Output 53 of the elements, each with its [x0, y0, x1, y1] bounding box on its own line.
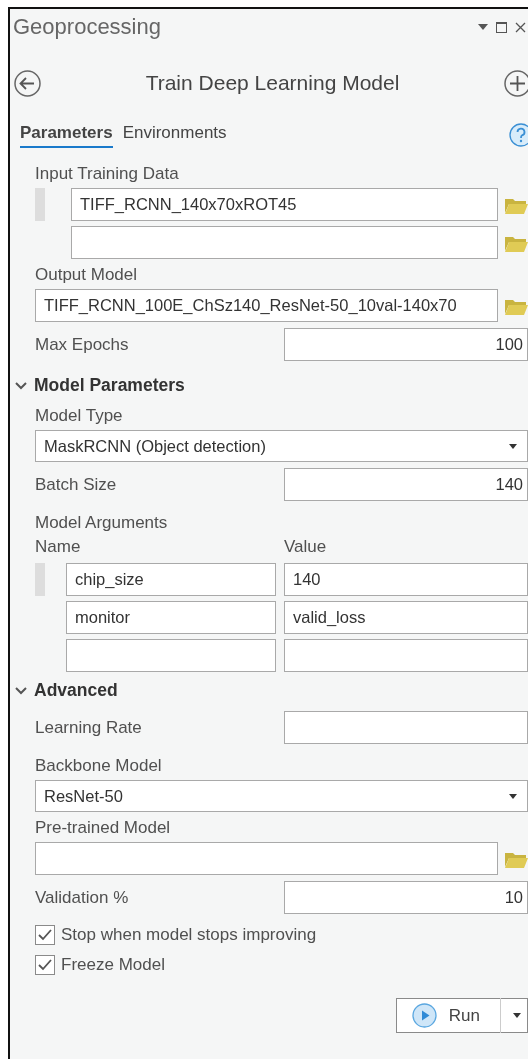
field-label: Learning Rate — [35, 716, 143, 739]
checkbox-label: Stop when model stops improving — [61, 925, 317, 945]
checkbox[interactable] — [35, 955, 55, 975]
input-field[interactable] — [284, 639, 528, 672]
tool-title: Train Deep Learning Model — [145, 71, 400, 95]
row-handle[interactable] — [35, 188, 45, 221]
input-field[interactable]: 140 — [284, 468, 528, 501]
input-field[interactable]: TIFF_RCNN_100E_ChSz140_ResNet-50_10val-140x70 — [35, 289, 498, 322]
dropdown[interactable]: ResNet-50 — [35, 780, 528, 812]
input-field[interactable] — [35, 842, 498, 875]
tab[interactable]: Parameters — [20, 121, 113, 148]
caret-icon — [513, 1013, 521, 1018]
dropdown-icon[interactable] — [478, 24, 488, 30]
maximize-icon[interactable] — [496, 21, 507, 33]
field-label: Max Epochs — [35, 333, 130, 356]
field-label: Model Type — [35, 405, 123, 427]
input-field[interactable]: 10 — [284, 881, 528, 914]
back-icon[interactable] — [14, 69, 41, 97]
chevron-icon[interactable] — [14, 685, 28, 696]
chevron-icon[interactable] — [14, 380, 28, 391]
input-field[interactable]: 140 — [284, 563, 528, 596]
help-icon[interactable] — [509, 122, 528, 147]
section-header[interactable]: Model Parameters — [34, 375, 185, 396]
field-label: Output Model — [35, 264, 138, 286]
play-icon — [411, 1003, 437, 1028]
input-field[interactable] — [71, 226, 498, 259]
field-label: Input Training Data — [35, 163, 179, 185]
input-field[interactable]: monitor — [66, 601, 276, 634]
tab[interactable]: Environments — [122, 121, 227, 148]
run-button[interactable]: Run — [395, 998, 528, 1033]
pane-title: Geoprocessing — [13, 14, 161, 40]
input-field[interactable]: chip_size — [66, 563, 276, 596]
input-field[interactable] — [284, 711, 528, 744]
checkbox-label: Freeze Model — [61, 955, 165, 975]
input-field[interactable]: 100 — [284, 328, 528, 361]
input-field[interactable] — [66, 639, 276, 672]
input-field[interactable]: valid_loss — [284, 601, 528, 634]
section-header[interactable]: Advanced — [34, 680, 118, 701]
field-label: Model Arguments — [35, 512, 168, 534]
input-field[interactable]: TIFF_RCNN_140x70xROT45 — [71, 188, 498, 221]
add-icon[interactable] — [504, 69, 528, 97]
column-header: Name — [35, 536, 82, 558]
field-label: Batch Size — [35, 473, 118, 496]
caret-icon — [509, 443, 517, 449]
row-handle[interactable] — [35, 563, 45, 596]
checkbox[interactable] — [35, 925, 55, 945]
field-label: Backbone Model — [35, 755, 162, 777]
dropdown[interactable]: MaskRCNN (Object detection) — [35, 430, 528, 462]
field-label: Validation % — [35, 886, 130, 909]
caret-icon — [509, 793, 517, 799]
close-icon[interactable] — [515, 21, 526, 33]
field-label: Pre-trained Model — [35, 817, 171, 839]
column-header: Value — [284, 536, 328, 558]
